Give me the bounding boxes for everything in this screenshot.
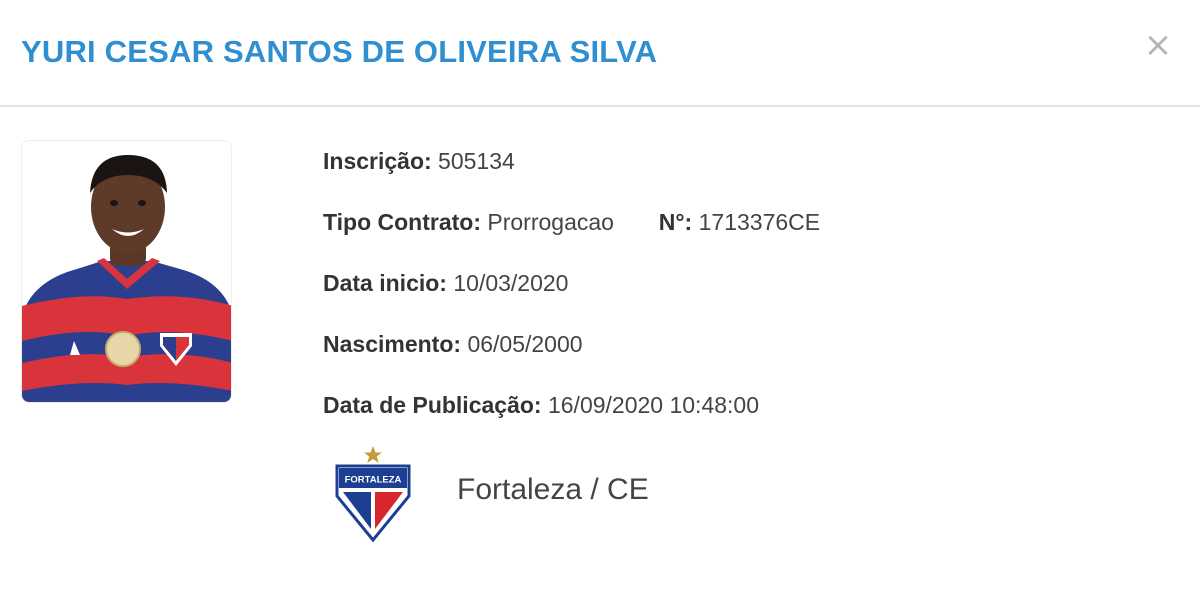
player-photo-image (22, 141, 231, 402)
nascimento-label: Nascimento: (323, 331, 462, 357)
data-inicio-value: 10/03/2020 (453, 270, 569, 296)
publicacao-row: Data de Publicação: 16/09/2020 10:48:00 (323, 386, 820, 447)
club-name: Fortaleza / CE (457, 473, 649, 506)
tipo-contrato-row: Tipo Contrato: Prorrogacao N°: 1713376CE (323, 203, 820, 264)
inscricao-value: 505134 (438, 148, 515, 174)
player-photo (21, 140, 232, 403)
modal-header: YURI CESAR SANTOS DE OLIVEIRA SILVA × (0, 0, 1200, 107)
tipo-contrato-value: Prorrogacao (487, 209, 614, 235)
data-inicio-row: Data inicio: 10/03/2020 (323, 264, 820, 325)
player-details-modal: YURI CESAR SANTOS DE OLIVEIRA SILVA × In… (0, 0, 1200, 596)
close-icon[interactable]: × (1144, 25, 1173, 65)
club-info: FORTALEZA Fortaleza / CE (333, 444, 733, 544)
data-inicio-label: Data inicio: (323, 270, 447, 296)
numero-label: N°: (658, 209, 693, 235)
inscricao-row: Inscrição: 505134 (323, 142, 820, 203)
tipo-contrato-label: Tipo Contrato: (323, 209, 481, 235)
inscricao-label: Inscrição: (323, 148, 432, 174)
numero-value: 1713376CE (698, 209, 821, 235)
nascimento-value: 06/05/2000 (467, 331, 583, 357)
publicacao-label: Data de Publicação: (323, 392, 542, 418)
close-button[interactable]: × (1142, 26, 1174, 64)
nascimento-row: Nascimento: 06/05/2000 (323, 325, 820, 386)
club-crest-icon: FORTALEZA (335, 446, 411, 543)
player-info: Inscrição: 505134 Tipo Contrato: Prorrog… (323, 142, 820, 447)
club-crest-text: FORTALEZA (345, 475, 402, 486)
publicacao-value: 16/09/2020 10:48:00 (547, 392, 760, 418)
player-name-title: YURI CESAR SANTOS DE OLIVEIRA SILVA (21, 34, 658, 69)
